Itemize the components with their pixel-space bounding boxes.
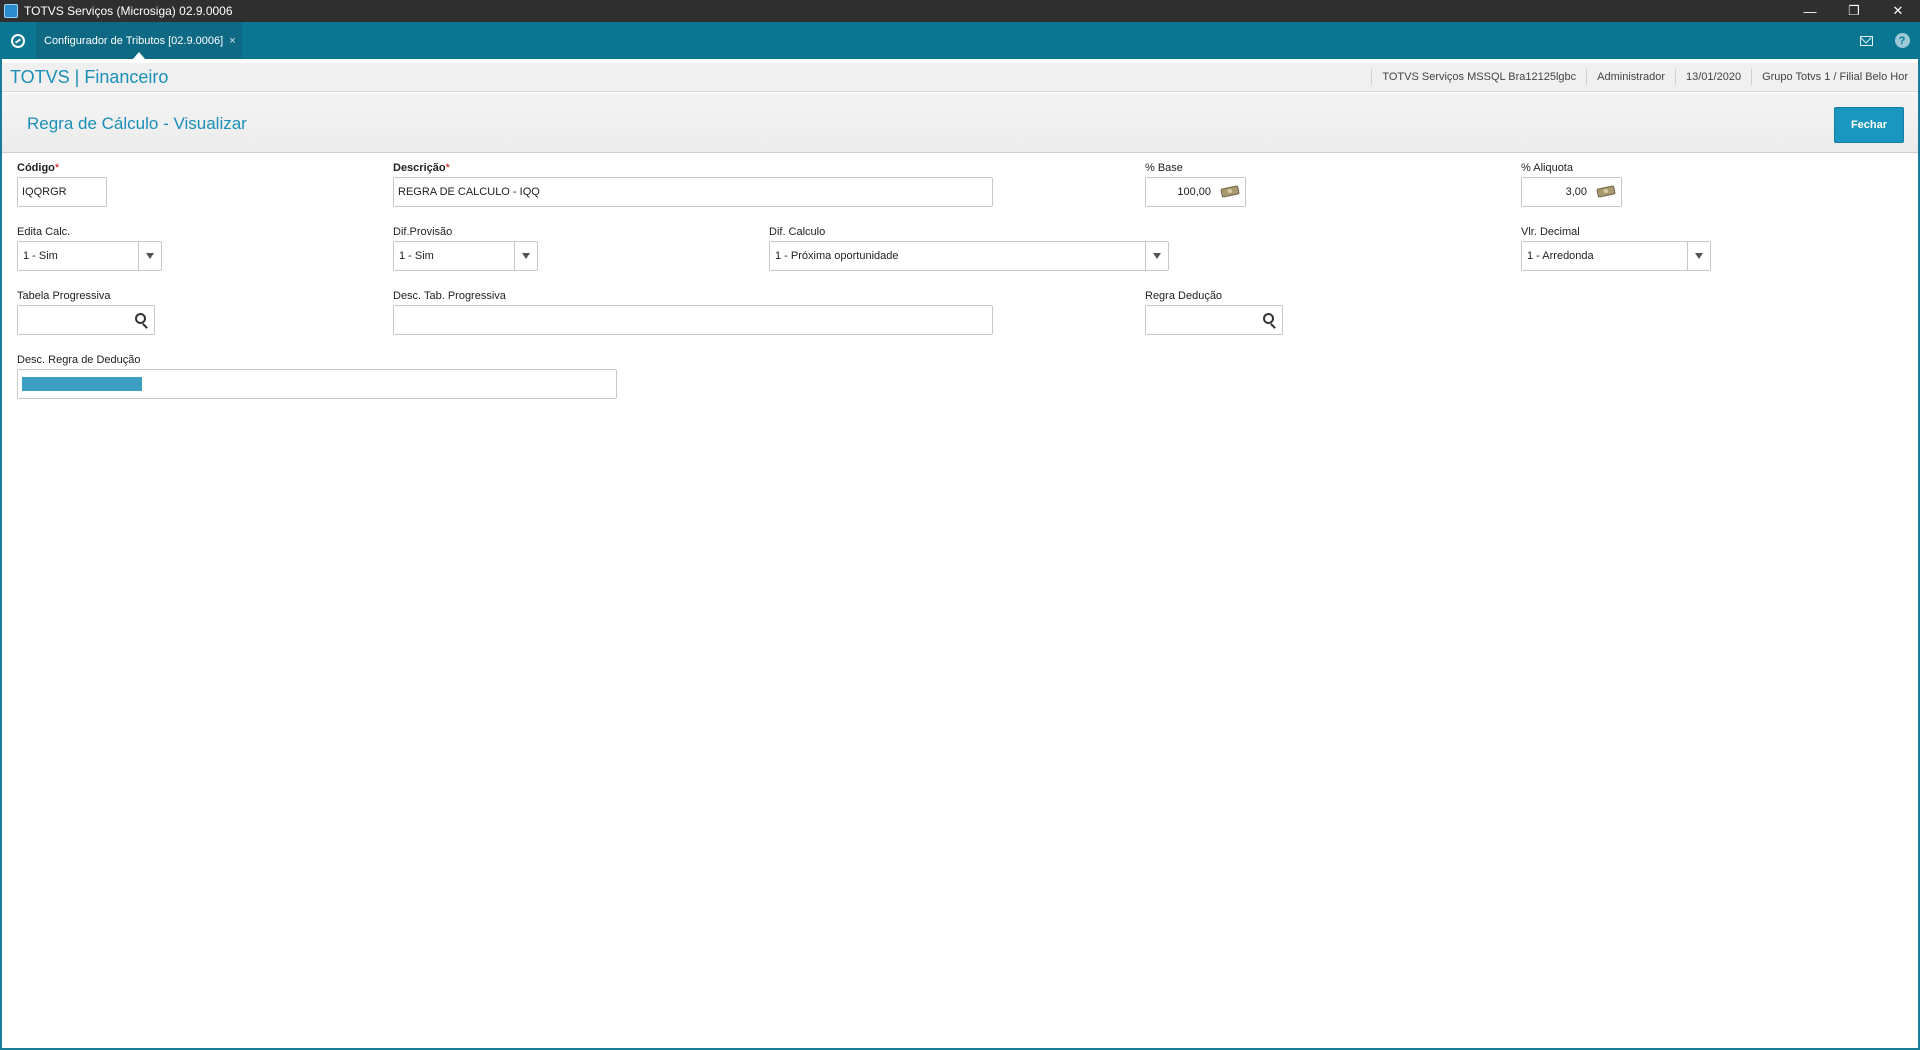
environment-label: TOTVS Serviços MSSQL Bra12125lgbc bbox=[1371, 69, 1586, 85]
minimize-button[interactable]: — bbox=[1788, 0, 1832, 22]
field-aliquota: % Aliquota 3,00 bbox=[1521, 161, 1622, 207]
base-label: % Base bbox=[1145, 162, 1183, 174]
desc-tab-progressiva-input[interactable] bbox=[393, 305, 993, 335]
aliquota-input[interactable]: 3,00 bbox=[1521, 177, 1622, 207]
tab-configurador-tributos[interactable]: Configurador de Tributos [02.9.0006] × bbox=[36, 22, 242, 59]
vlr-decimal-select[interactable]: 1 - Arredonda bbox=[1521, 241, 1711, 271]
field-tabela-progressiva: Tabela Progressiva bbox=[17, 289, 155, 335]
app-frame bbox=[0, 0, 1920, 1050]
edita-calc-select[interactable]: 1 - Sim bbox=[17, 241, 162, 271]
field-regra-deducao: Regra Dedução bbox=[1145, 289, 1283, 335]
window-title: TOTVS Serviços (Microsiga) 02.9.0006 bbox=[24, 4, 233, 18]
mail-icon[interactable] bbox=[1848, 22, 1884, 59]
regra-deducao-label: Regra Dedução bbox=[1145, 290, 1223, 302]
desc-tab-progressiva-label: Desc. Tab. Progressiva bbox=[393, 290, 506, 302]
descricao-input[interactable]: REGRA DE CALCULO - IQQ bbox=[393, 177, 993, 207]
module-header: TOTVS | Financeiro TOTVS Serviços MSSQL … bbox=[2, 63, 1918, 92]
chevron-down-icon[interactable] bbox=[1687, 242, 1710, 270]
active-tab-caret bbox=[132, 52, 145, 59]
field-desc-tab-progressiva: Desc. Tab. Progressiva bbox=[393, 289, 993, 335]
dif-provisao-select[interactable]: 1 - Sim bbox=[393, 241, 538, 271]
dif-provisao-label: Dif.Provisão bbox=[393, 226, 453, 238]
field-codigo: Código* IQQRGR bbox=[17, 161, 107, 207]
restore-button[interactable]: ❐ bbox=[1832, 0, 1876, 22]
regra-deducao-input[interactable] bbox=[1145, 305, 1283, 335]
chevron-down-icon[interactable] bbox=[138, 242, 161, 270]
codigo-label: Código* bbox=[17, 162, 60, 174]
codigo-input[interactable]: IQQRGR bbox=[17, 177, 107, 207]
field-descricao: Descrição* REGRA DE CALCULO - IQQ bbox=[393, 161, 993, 207]
field-vlr-decimal: Vlr. Decimal 1 - Arredonda bbox=[1521, 225, 1711, 271]
field-desc-regra-deducao: Desc. Regra de Dedução bbox=[17, 353, 617, 399]
descricao-label: Descrição* bbox=[393, 162, 450, 174]
tab-close-icon[interactable]: × bbox=[229, 35, 235, 47]
help-icon[interactable]: ? bbox=[1884, 22, 1920, 59]
search-icon[interactable] bbox=[1263, 313, 1274, 324]
page-header: Regra de Cálculo - Visualizar Fechar bbox=[2, 93, 1918, 153]
tab-label: Configurador de Tributos [02.9.0006] bbox=[44, 34, 224, 47]
home-icon[interactable] bbox=[0, 22, 36, 59]
desc-regra-deducao-label: Desc. Regra de Dedução bbox=[17, 354, 141, 366]
field-dif-provisao: Dif.Provisão 1 - Sim bbox=[393, 225, 538, 271]
field-dif-calculo: Dif. Calculo 1 - Próxima oportunidade bbox=[769, 225, 1169, 271]
base-input[interactable]: 100,00 bbox=[1145, 177, 1246, 207]
tabela-progressiva-label: Tabela Progressiva bbox=[17, 290, 111, 302]
text-selection-highlight bbox=[22, 377, 142, 391]
chevron-down-icon[interactable] bbox=[1145, 242, 1168, 270]
aliquota-label: % Aliquota bbox=[1521, 162, 1573, 174]
edita-calc-label: Edita Calc. bbox=[17, 226, 71, 238]
field-base: % Base 100,00 bbox=[1145, 161, 1246, 207]
app-window-icon bbox=[4, 4, 18, 18]
search-icon[interactable] bbox=[135, 313, 146, 324]
fechar-button[interactable]: Fechar bbox=[1834, 107, 1904, 143]
dif-calculo-select[interactable]: 1 - Próxima oportunidade bbox=[769, 241, 1169, 271]
module-brand: TOTVS | Financeiro bbox=[10, 66, 169, 87]
calculator-money-icon[interactable] bbox=[1596, 185, 1616, 198]
close-window-button[interactable]: ✕ bbox=[1876, 0, 1920, 22]
window-titlebar: TOTVS Serviços (Microsiga) 02.9.0006 — ❐… bbox=[0, 0, 1920, 22]
dif-calculo-label: Dif. Calculo bbox=[769, 226, 826, 238]
vlr-decimal-label: Vlr. Decimal bbox=[1521, 226, 1580, 238]
calculator-money-icon[interactable] bbox=[1220, 185, 1240, 198]
user-label: Administrador bbox=[1586, 69, 1675, 85]
branch-label: Grupo Totvs 1 / Filial Belo Hor bbox=[1751, 69, 1918, 85]
desc-regra-deducao-input[interactable] bbox=[17, 369, 617, 399]
field-edita-calc: Edita Calc. 1 - Sim bbox=[17, 225, 162, 271]
date-label: 13/01/2020 bbox=[1675, 69, 1751, 85]
page-title: Regra de Cálculo - Visualizar bbox=[27, 114, 247, 133]
chevron-down-icon[interactable] bbox=[514, 242, 537, 270]
app-tabbar: Configurador de Tributos [02.9.0006] × ? bbox=[0, 22, 1920, 59]
tabela-progressiva-input[interactable] bbox=[17, 305, 155, 335]
